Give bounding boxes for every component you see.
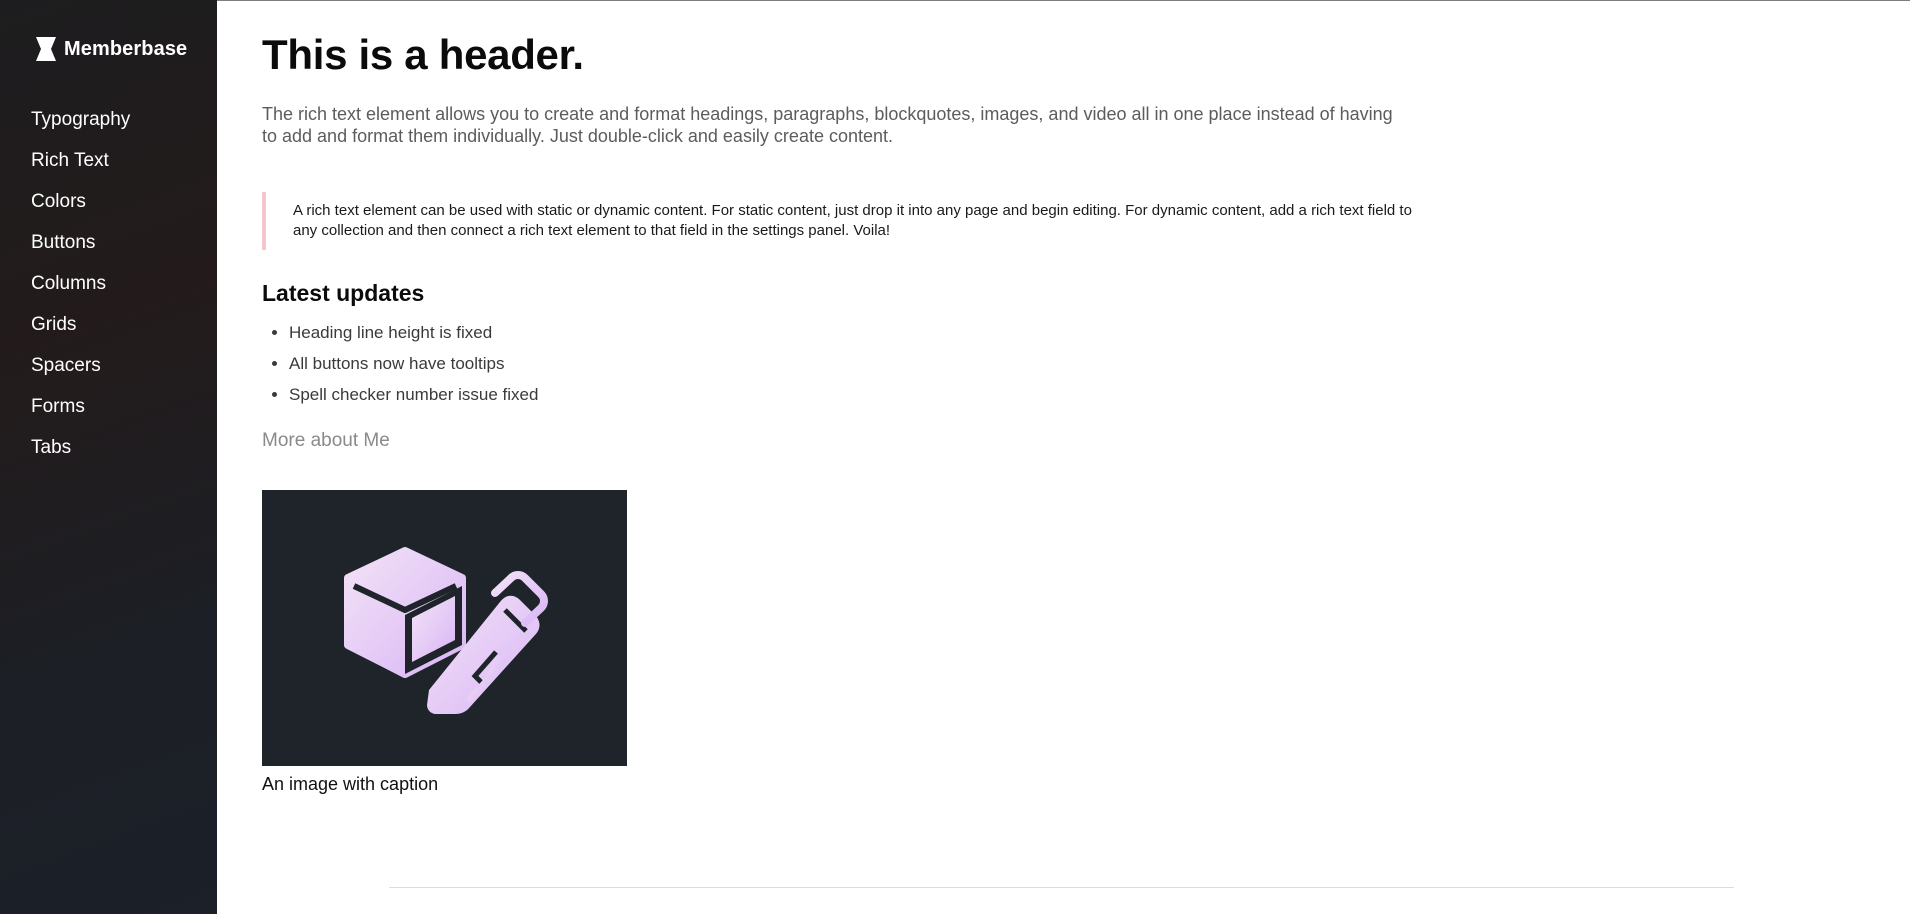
sidebar-item-colors: Colors	[31, 184, 130, 225]
sidebar-nav: Typography Rich Text Colors Buttons Colu…	[31, 102, 130, 471]
sidebar-link-spacers[interactable]: Spacers	[31, 355, 101, 376]
sidebar-item-buttons: Buttons	[31, 225, 130, 266]
page: Memberbase Typography Rich Text Colors B…	[0, 0, 1910, 914]
sidebar-link-forms[interactable]: Forms	[31, 396, 85, 417]
figure-caption: An image with caption	[262, 774, 439, 794]
footer-divider	[389, 887, 1734, 888]
figure-image	[262, 490, 627, 766]
sidebar-item-typography: Typography	[31, 102, 130, 143]
list-item: Heading line height is fixed	[289, 317, 538, 348]
sidebar-link-buttons[interactable]: Buttons	[31, 232, 95, 253]
list-item: Spell checker number issue fixed	[289, 379, 538, 410]
sidebar-link-tabs[interactable]: Tabs	[31, 437, 71, 458]
content-area: This is a header. The rich text element …	[217, 0, 1910, 914]
sidebar-item-grids: Grids	[31, 307, 130, 348]
brand-link[interactable]: Memberbase	[34, 36, 187, 62]
updates-heading: Latest updates	[262, 280, 425, 306]
brand-name: Memberbase	[64, 37, 188, 60]
sidebar-link-colors[interactable]: Colors	[31, 191, 86, 212]
sidebar-item-rich-text: Rich Text	[31, 143, 130, 184]
lead-paragraph: The rich text element allows you to crea…	[262, 104, 1393, 146]
sidebar-link-grids[interactable]: Grids	[31, 314, 76, 335]
sidebar-link-typography[interactable]: Typography	[31, 109, 130, 130]
sidebar-item-forms: Forms	[31, 389, 130, 430]
memberbase-logo-icon	[36, 37, 56, 61]
sidebar-link-rich-text[interactable]: Rich Text	[31, 150, 109, 171]
sidebar: Memberbase Typography Rich Text Colors B…	[0, 0, 217, 914]
sidebar-item-tabs: Tabs	[31, 430, 130, 471]
updates-list: Heading line height is fixed All buttons…	[262, 317, 538, 410]
sidebar-link-columns[interactable]: Columns	[31, 273, 106, 294]
page-title: This is a header.	[262, 31, 584, 78]
list-item: All buttons now have tooltips	[289, 348, 538, 379]
sidebar-item-spacers: Spacers	[31, 348, 130, 389]
sidebar-item-columns: Columns	[31, 266, 130, 307]
more-about-me-link[interactable]: More about Me	[262, 430, 390, 452]
blockquote: A rich text element can be used with sta…	[262, 192, 1412, 250]
figure: An image with caption	[262, 490, 627, 795]
cube-pencil-icon	[344, 547, 548, 714]
